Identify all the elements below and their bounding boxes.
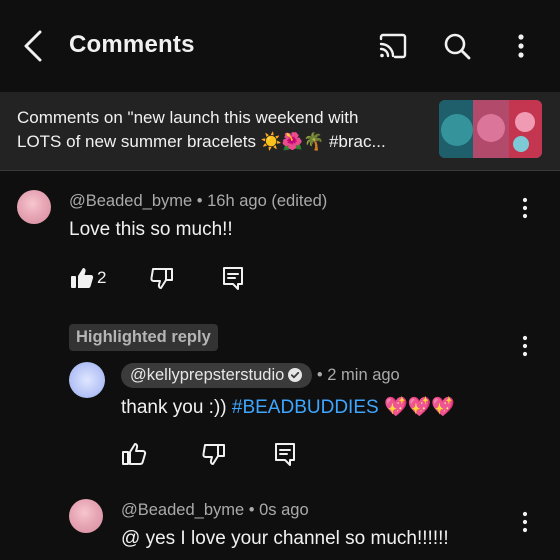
- comment-time: • 16h ago (edited): [192, 192, 328, 210]
- hashtag-link[interactable]: #BEADBUDDIES: [232, 397, 379, 418]
- comment-more-icon[interactable]: [515, 195, 535, 221]
- more-vertical-icon[interactable]: [505, 30, 537, 62]
- reply-time: • 2 min ago: [312, 366, 400, 384]
- comment-text: Love this so much!!: [69, 219, 233, 240]
- avatar[interactable]: [69, 362, 105, 398]
- reply-author[interactable]: @Beaded_byme: [121, 501, 244, 519]
- video-title: Comments on "new launch this weekend wit…: [17, 106, 427, 154]
- search-icon[interactable]: [441, 30, 473, 62]
- reply-time: • 0s ago: [244, 501, 309, 519]
- avatar[interactable]: [69, 499, 103, 533]
- highlighted-reply-badge: Highlighted reply: [69, 324, 218, 351]
- comment-meta: @Beaded_byme • 16h ago (edited): [69, 192, 327, 211]
- reply-text-prefix: thank you :)): [121, 397, 232, 418]
- reply-meta: @kellyprepsterstudio • 2 min ago: [121, 363, 400, 388]
- creator-handle-pill[interactable]: @kellyprepsterstudio: [121, 363, 313, 388]
- reply-meta: @Beaded_byme • 0s ago: [121, 501, 309, 520]
- reply-text: @ yes I love your channel so much!!!!!!: [121, 528, 449, 549]
- like-icon[interactable]: [121, 441, 147, 467]
- reply-author: @kellyprepsterstudio: [130, 366, 285, 384]
- page-title: Comments: [69, 31, 195, 58]
- dislike-icon[interactable]: [149, 265, 175, 291]
- video-title-line-1: Comments on "new launch this weekend wit…: [17, 108, 359, 127]
- reply-more-icon[interactable]: [515, 333, 535, 359]
- verified-check-icon: [288, 368, 303, 382]
- video-title-line-2: LOTS of new summer bracelets ☀️🌺🌴 #brac.…: [17, 132, 386, 151]
- video-thumbnail[interactable]: [439, 100, 542, 158]
- avatar[interactable]: [17, 190, 51, 224]
- like-icon[interactable]: [69, 265, 95, 291]
- reply-more-icon[interactable]: [515, 509, 535, 535]
- reply-icon[interactable]: [220, 265, 246, 291]
- like-count: 2: [97, 268, 107, 287]
- dislike-icon[interactable]: [201, 441, 227, 467]
- reply-icon[interactable]: [272, 441, 298, 467]
- reply-text: thank you :)) #BEADBUDDIES 💖💖💖: [121, 395, 455, 419]
- app-header: Comments: [0, 0, 560, 92]
- comment-author[interactable]: @Beaded_byme: [69, 192, 192, 210]
- back-arrow-icon[interactable]: [18, 28, 50, 64]
- reply-text-suffix: 💖💖💖: [378, 397, 455, 418]
- cast-icon[interactable]: [377, 30, 409, 62]
